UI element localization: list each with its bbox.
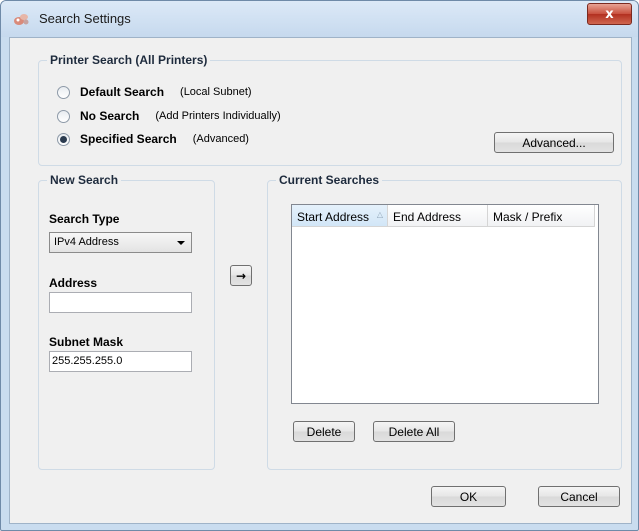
radio-button[interactable]	[57, 109, 70, 123]
new-search-legend: New Search	[47, 173, 122, 187]
column-header-start-address[interactable]: Start Address △	[292, 205, 388, 227]
radio-specified-search[interactable]: Specified Search (Advanced)	[57, 132, 249, 146]
dialog-body: Printer Search (All Printers) Default Se…	[9, 37, 632, 524]
sort-ascending-icon: △	[376, 210, 383, 219]
radio-button[interactable]	[57, 85, 70, 99]
radio-description: (Local Subnet)	[180, 86, 252, 98]
ok-button[interactable]: OK	[431, 486, 506, 507]
radio-label: Specified Search	[80, 132, 177, 146]
printer-search-group: Printer Search (All Printers) Default Se…	[38, 53, 622, 166]
radio-description: (Add Printers Individually)	[155, 110, 281, 122]
search-type-label: Search Type	[49, 212, 120, 226]
window-title: Search Settings	[39, 11, 131, 26]
new-search-group: New Search Search Type IPv4 Address Addr…	[38, 173, 215, 470]
search-settings-window: Search Settings x Printer Search (All Pr…	[0, 0, 639, 531]
address-input[interactable]	[49, 292, 192, 313]
radio-label: Default Search	[80, 85, 165, 99]
column-header-label: Mask / Prefix	[493, 210, 563, 224]
title-bar: Search Settings x	[1, 1, 638, 37]
printer-search-legend: Printer Search (All Printers)	[47, 53, 211, 67]
search-type-value: IPv4 Address	[54, 236, 119, 248]
radio-description: (Advanced)	[192, 133, 249, 145]
search-type-dropdown[interactable]: IPv4 Address	[49, 232, 192, 253]
printer-settings-icon	[14, 14, 29, 25]
close-button[interactable]: x	[587, 3, 632, 25]
radio-button-selected[interactable]	[57, 132, 70, 146]
advanced-button[interactable]: Advanced...	[494, 132, 614, 153]
table-header: Start Address △ End Address Mask / Prefi…	[292, 205, 598, 228]
delete-all-button[interactable]: Delete All	[373, 421, 455, 442]
radio-default-search[interactable]: Default Search (Local Subnet)	[57, 85, 252, 99]
radio-no-search[interactable]: No Search (Add Printers Individually)	[57, 109, 281, 123]
chevron-down-icon	[177, 241, 185, 245]
radio-label: No Search	[80, 109, 140, 123]
delete-button[interactable]: Delete	[293, 421, 355, 442]
column-header-end-address[interactable]: End Address	[388, 205, 488, 227]
add-search-button[interactable]: →	[230, 265, 252, 286]
close-icon: x	[605, 6, 614, 22]
cancel-button[interactable]: Cancel	[538, 486, 620, 507]
address-label: Address	[49, 276, 98, 290]
column-header-label: Start Address	[297, 210, 370, 224]
subnet-mask-input[interactable]: 255.255.255.0	[49, 351, 192, 372]
subnet-mask-label: Subnet Mask	[49, 335, 124, 349]
column-header-mask-prefix[interactable]: Mask / Prefix	[488, 205, 595, 227]
current-searches-legend: Current Searches	[276, 173, 383, 187]
column-header-label: End Address	[393, 210, 462, 224]
arrow-right-icon: →	[235, 268, 247, 283]
current-searches-table[interactable]: Start Address △ End Address Mask / Prefi…	[291, 204, 599, 404]
